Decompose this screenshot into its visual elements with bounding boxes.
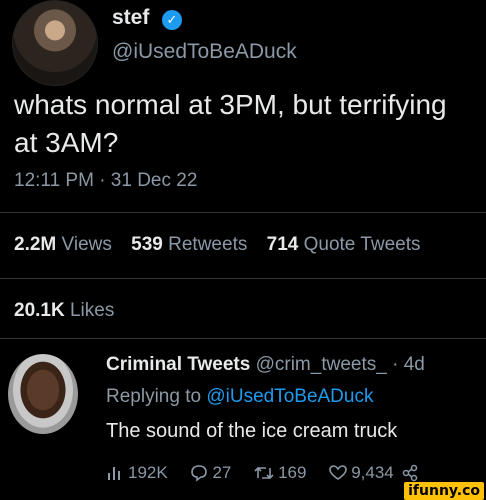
- likes-stat[interactable]: 20.1K Likes: [14, 300, 114, 322]
- share-icon: [403, 464, 418, 482]
- reply-author-handle[interactable]: @crim_tweets_: [256, 354, 387, 375]
- like-button[interactable]: 9,434: [329, 463, 394, 483]
- replying-to: Replying to @iUsedToBeADuck: [106, 386, 373, 408]
- retweet-icon: [254, 466, 274, 480]
- verified-badge-icon: ✓: [162, 10, 182, 30]
- retweet-button[interactable]: 169: [254, 463, 306, 483]
- reply-button[interactable]: 27: [190, 463, 231, 483]
- divider: [0, 212, 486, 213]
- views-count: 2.2M: [14, 234, 57, 255]
- reply-author-name[interactable]: Criminal Tweets: [106, 354, 250, 375]
- tweet-text: whats normal at 3PM, but terrifying at 3…: [14, 89, 447, 158]
- views-button[interactable]: 192K: [106, 463, 168, 483]
- reply-text: The sound of the ice cream truck: [106, 420, 398, 442]
- quotes-stat[interactable]: 714 Quote Tweets: [267, 234, 421, 256]
- likes-label: Likes: [69, 300, 115, 321]
- retweets-count: 539: [131, 234, 163, 255]
- share-button[interactable]: [402, 463, 422, 483]
- author-name[interactable]: stef: [112, 6, 149, 30]
- tweet-stats-row: 2.2M Views 539 Retweets 714 Quote Tweets: [14, 234, 435, 256]
- reply-likes-count: 9,434: [351, 462, 394, 482]
- replying-to-mention[interactable]: @iUsedToBeADuck: [206, 386, 373, 407]
- views-icon: [108, 467, 120, 481]
- author-handle[interactable]: @iUsedToBeADuck: [112, 40, 297, 64]
- reply-header: Criminal Tweets @crim_tweets_ · 4d: [106, 354, 425, 376]
- retweets-stat[interactable]: 539 Retweets: [131, 234, 247, 256]
- ifunny-watermark: ifunny.co: [404, 482, 484, 500]
- reply-views-count: 192K: [128, 462, 168, 482]
- retweets-label: Retweets: [168, 234, 248, 255]
- author-avatar[interactable]: [12, 0, 98, 86]
- reply-replies-count: 27: [212, 462, 232, 482]
- quotes-label: Quote Tweets: [303, 234, 421, 255]
- views-stat[interactable]: 2.2M Views: [14, 234, 112, 256]
- divider: [0, 278, 486, 279]
- tweet-timestamp[interactable]: 12:11 PM · 31 Dec 22: [14, 170, 197, 192]
- reply-author-avatar[interactable]: [8, 354, 78, 434]
- reply-icon: [191, 465, 208, 482]
- views-label: Views: [61, 234, 112, 255]
- divider: [0, 338, 486, 339]
- reply-actions: 192K 27 169 9,434: [106, 462, 422, 483]
- like-icon: [329, 465, 348, 480]
- replying-to-prefix: Replying to: [106, 386, 202, 407]
- quotes-count: 714: [266, 234, 299, 255]
- reply-retweets-count: 169: [278, 462, 307, 482]
- likes-count: 20.1K: [14, 300, 65, 321]
- reply-age[interactable]: · 4d: [392, 354, 425, 375]
